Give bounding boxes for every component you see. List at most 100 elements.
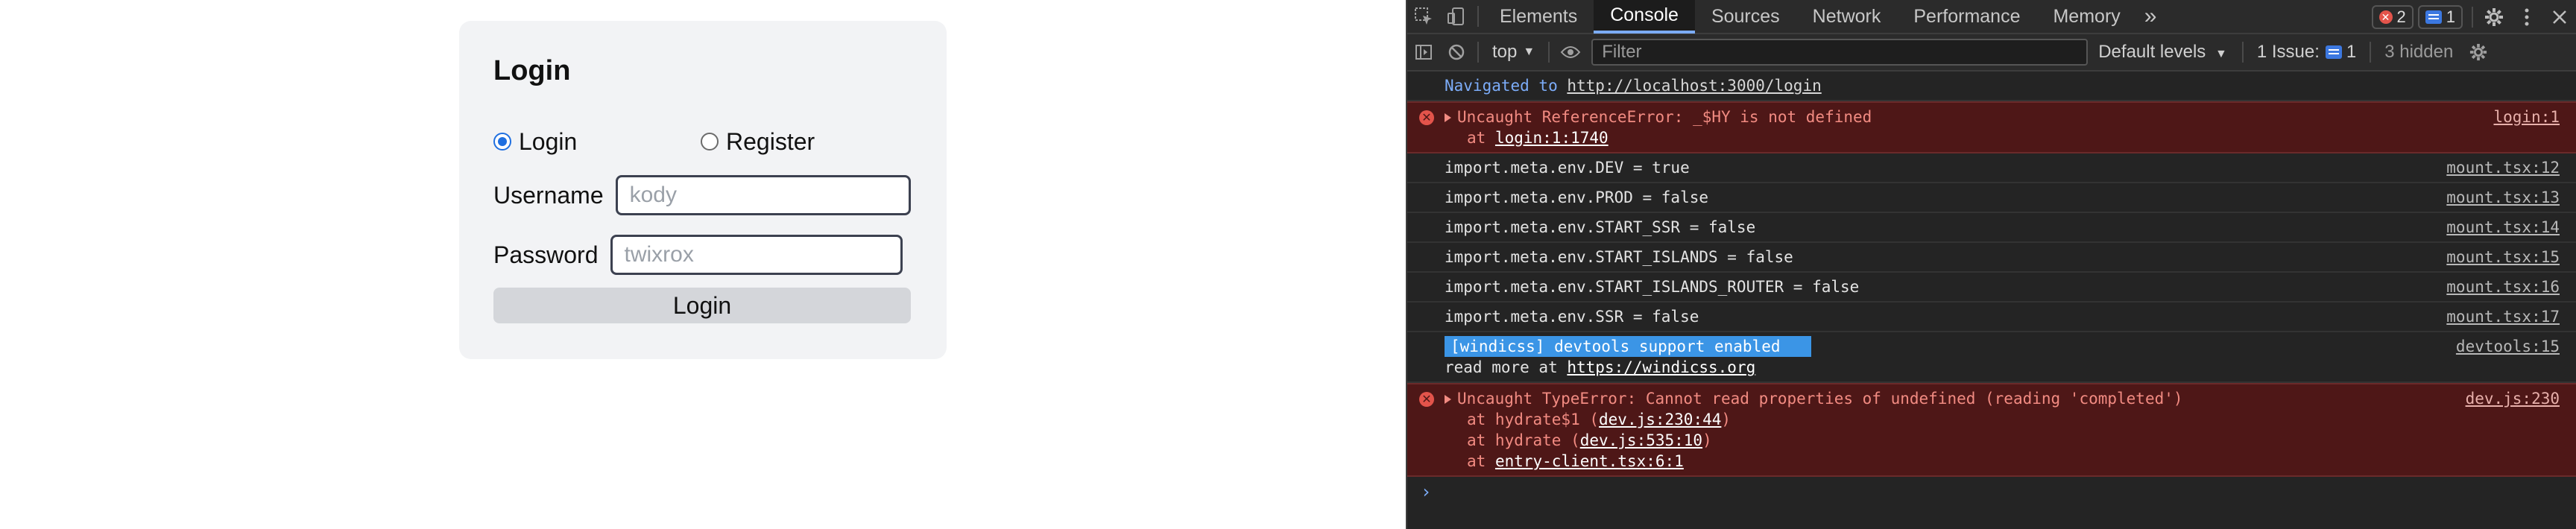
login-radio-option[interactable]: Login <box>493 128 701 156</box>
log-levels-dropdown[interactable]: Default levels ▼ <box>2088 42 2238 63</box>
navigation-prefix: Navigated to <box>1445 77 1558 95</box>
source-link[interactable]: mount.tsx:17 <box>2446 306 2560 327</box>
clear-console-icon[interactable] <box>1440 35 1473 69</box>
tab-performance[interactable]: Performance <box>1897 0 2036 34</box>
devtools-tabbar: Elements Console Sources Network Perform… <box>1407 0 2576 34</box>
toolbar-divider <box>1477 42 1479 63</box>
chevron-down-icon: ▼ <box>2214 48 2227 60</box>
error-body: Uncaught ReferenceError: _$HY is not def… <box>1445 107 1872 148</box>
error-stack-frame: at hydrate (dev.js:535:10) <box>1445 430 2183 451</box>
issues-label: 1 Issue: <box>2256 42 2320 62</box>
show-sidebar-icon[interactable] <box>1407 35 1440 69</box>
source-link[interactable]: mount.tsx:14 <box>2446 217 2560 238</box>
source-link[interactable]: mount.tsx:15 <box>2446 247 2560 267</box>
register-radio[interactable] <box>701 133 719 151</box>
chevron-down-icon: ▼ <box>1523 45 1535 58</box>
stack-link[interactable]: login:1:1740 <box>1495 129 1609 147</box>
windicss-body: [windicss] devtools support enabled read… <box>1445 336 1811 378</box>
hidden-messages-count: 3 hidden <box>2384 42 2454 62</box>
toolbar-divider <box>1548 42 1550 63</box>
console-settings-gear-icon[interactable] <box>2462 35 2495 69</box>
error-count-badge[interactable]: ✕ 2 <box>2371 5 2414 29</box>
toolbar-divider <box>2370 42 2372 63</box>
more-options-icon[interactable] <box>2510 0 2543 34</box>
navigation-url-link[interactable]: http://localhost:3000/login <box>1567 77 1821 95</box>
tab-network[interactable]: Network <box>1796 0 1898 34</box>
source-link[interactable]: login:1 <box>2493 107 2560 127</box>
tab-elements[interactable]: Elements <box>1483 0 1594 34</box>
username-row: Username kody <box>493 174 912 216</box>
console-log: import.meta.env.START_ISLANDS_ROUTER = f… <box>1407 273 2576 302</box>
toolbar-divider <box>2472 7 2473 28</box>
stack-link[interactable]: entry-client.tsx:6:1 <box>1495 452 1684 470</box>
console-prompt-input[interactable]: › <box>1407 477 2576 502</box>
console-log: import.meta.env.PROD = false mount.tsx:1… <box>1407 183 2576 213</box>
source-link[interactable]: mount.tsx:16 <box>2446 276 2560 297</box>
log-levels-label: Default levels <box>2098 42 2206 62</box>
source-link[interactable]: mount.tsx:12 <box>2446 157 2560 178</box>
error-icon: ✕ <box>2378 10 2393 24</box>
toolbar-divider <box>1477 6 1479 27</box>
expand-triangle-icon[interactable] <box>1445 395 1451 404</box>
prompt-chevron-icon: › <box>1421 481 1432 502</box>
tab-console[interactable]: Console <box>1594 0 1695 34</box>
login-card: Login Login Register Username kody Passw… <box>459 21 947 359</box>
error-body: Uncaught TypeError: Cannot read properti… <box>1445 388 2183 472</box>
source-link[interactable]: dev.js:230 <box>2466 388 2560 409</box>
login-title: Login <box>493 55 571 86</box>
source-link[interactable]: mount.tsx:13 <box>2446 187 2560 208</box>
error-stack-frame: at hydrate$1 (dev.js:230:44) <box>1445 409 2183 430</box>
windicss-readmore: read more at https://windicss.org <box>1445 357 1811 378</box>
console-log: import.meta.env.START_ISLANDS = false mo… <box>1407 243 2576 273</box>
navigation-message: Navigated to http://localhost:3000/login <box>1407 72 2576 101</box>
login-submit-button[interactable]: Login <box>493 288 911 323</box>
console-error-1: ✕ Uncaught ReferenceError: _$HY is not d… <box>1407 101 2576 153</box>
error-icon: ✕ <box>1419 110 1434 125</box>
register-radio-option[interactable]: Register <box>701 128 815 156</box>
stack-prefix: at hydrate ( <box>1467 431 1580 449</box>
issues-button[interactable]: 1 Issue: 1 <box>2248 42 2365 63</box>
device-toolbar-icon[interactable] <box>1440 0 1473 34</box>
error-icon: ✕ <box>1419 392 1434 407</box>
stack-prefix: at <box>1467 129 1486 147</box>
stack-suffix: ) <box>1721 411 1731 428</box>
username-label: Username <box>493 181 604 209</box>
more-tabs-icon[interactable]: » <box>2137 0 2165 34</box>
stack-link[interactable]: dev.js:230:44 <box>1599 411 1721 428</box>
log-text: import.meta.env.PROD = false <box>1445 189 1709 206</box>
stack-link[interactable]: dev.js:535:10 <box>1580 431 1702 449</box>
tab-memory[interactable]: Memory <box>2036 0 2136 34</box>
log-text: import.meta.env.START_ISLANDS = false <box>1445 248 1793 266</box>
message-count-badge[interactable]: 1 <box>2417 5 2463 29</box>
devtools-panel: Elements Console Sources Network Perform… <box>1406 0 2576 529</box>
tab-sources[interactable]: Sources <box>1695 0 1796 34</box>
login-radio[interactable] <box>493 133 511 151</box>
windicss-message: [windicss] devtools support enabled read… <box>1407 332 2576 383</box>
console-toolbar: top ▼ Filter Default levels ▼ 1 Issue: 1… <box>1407 34 2576 72</box>
console-filter-input[interactable]: Filter <box>1591 39 2089 66</box>
live-expression-eye-icon[interactable] <box>1554 35 1587 69</box>
console-error-2: ✕ Uncaught TypeError: Cannot read proper… <box>1407 383 2576 477</box>
console-output: Navigated to http://localhost:3000/login… <box>1407 72 2576 502</box>
message-count: 1 <box>2446 7 2455 26</box>
close-devtools-icon[interactable] <box>2543 0 2576 34</box>
inspect-element-icon[interactable] <box>1407 0 1440 34</box>
tabbar-right: ✕ 2 1 <box>2371 0 2576 34</box>
message-icon <box>2425 10 2442 24</box>
settings-gear-icon[interactable] <box>2478 0 2510 34</box>
register-radio-label: Register <box>726 127 815 155</box>
log-text: import.meta.env.DEV = true <box>1445 159 1690 177</box>
console-log: import.meta.env.DEV = true mount.tsx:12 <box>1407 153 2576 183</box>
login-radio-label: Login <box>519 127 578 155</box>
error-message: Uncaught ReferenceError: _$HY is not def… <box>1457 108 1872 126</box>
error-count: 2 <box>2396 7 2406 26</box>
error-stack: at login:1:1740 <box>1445 127 1872 148</box>
windicss-link[interactable]: https://windicss.org <box>1567 358 1755 376</box>
source-link[interactable]: devtools:15 <box>2456 336 2560 357</box>
password-input[interactable]: twixrox <box>610 235 903 275</box>
context-select[interactable]: top ▼ <box>1483 42 1544 63</box>
stack-prefix: at <box>1467 452 1486 470</box>
expand-triangle-icon[interactable] <box>1445 113 1451 122</box>
username-input[interactable]: kody <box>615 175 911 215</box>
readmore-prefix: read more at <box>1445 358 1558 376</box>
